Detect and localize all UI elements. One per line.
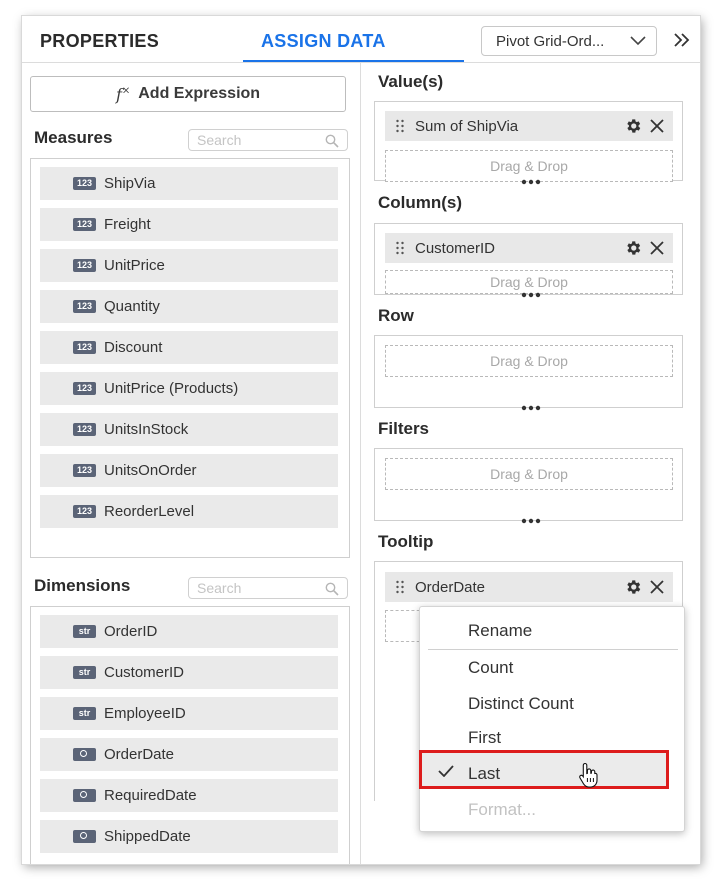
number-type-icon: 123 [73, 505, 96, 518]
list-item[interactable]: ShippedDate [40, 820, 338, 853]
function-icon: f× [115, 84, 131, 104]
widget-select-value: Pivot Grid-Ord... [496, 33, 605, 50]
menu-item-first[interactable]: First [468, 728, 501, 748]
list-item[interactable]: 123 UnitPrice (Products) [40, 372, 338, 405]
list-item[interactable]: str EmployeeID [40, 697, 338, 730]
close-icon[interactable] [650, 241, 664, 255]
widget-select-dropdown[interactable]: Pivot Grid-Ord... [481, 26, 657, 56]
hand-cursor-icon [579, 762, 598, 788]
measures-search-input[interactable]: Search [188, 129, 348, 151]
add-expression-button[interactable]: f× Add Expression [30, 76, 346, 112]
add-expression-label: Add Expression [138, 85, 261, 102]
more-dots-icon[interactable] [521, 405, 541, 411]
list-item[interactable]: 123 UnitsOnOrder [40, 454, 338, 487]
search-icon [325, 582, 339, 596]
search-icon [325, 134, 339, 148]
string-type-icon: str [73, 625, 96, 638]
columns-zone-title: Column(s) [378, 193, 463, 212]
clock-icon [73, 830, 96, 843]
list-item[interactable]: 123 Freight [40, 208, 338, 241]
number-type-icon: 123 [73, 300, 96, 313]
list-item[interactable]: 123 Discount [40, 331, 338, 364]
more-dots-icon[interactable] [521, 179, 541, 185]
number-type-icon: 123 [73, 218, 96, 231]
chevron-down-icon [630, 36, 646, 46]
aggregation-context-menu: Rename Count Distinct Count First Last F… [419, 606, 685, 832]
dimensions-list: str OrderID str CustomerID str EmployeeI… [30, 606, 350, 864]
more-dots-icon[interactable] [521, 292, 541, 298]
list-item[interactable]: str CustomerID [40, 656, 338, 689]
number-type-icon: 123 [73, 382, 96, 395]
more-dots-icon[interactable] [521, 518, 541, 524]
gear-icon[interactable] [624, 117, 642, 135]
number-type-icon: 123 [73, 423, 96, 436]
drag-handle-icon[interactable] [395, 119, 405, 133]
column-divider [360, 63, 361, 864]
list-item[interactable]: str OrderID [40, 615, 338, 648]
columns-drag-drop-target[interactable]: Drag & Drop [385, 270, 673, 294]
row-drop-zone[interactable]: Drag & Drop [374, 335, 683, 411]
number-type-icon: 123 [73, 177, 96, 190]
menu-item-format: Format... [468, 800, 537, 819]
number-type-icon: 123 [73, 341, 96, 354]
clock-icon [73, 789, 96, 802]
header-divider [22, 62, 700, 63]
values-zone-title: Value(s) [378, 72, 444, 91]
menu-item-rename[interactable]: Rename [468, 621, 532, 641]
double-chevron-right-icon[interactable] [672, 30, 692, 50]
selected-item-highlight [422, 753, 666, 786]
properties-panel: PROPERTIES ASSIGN DATA Pivot Grid-Ord...… [22, 16, 700, 864]
number-type-icon: 123 [73, 464, 96, 477]
tooltip-zone-title: Tooltip [378, 532, 434, 551]
menu-item-last[interactable]: Last [468, 764, 500, 784]
list-item[interactable]: RequiredDate [40, 779, 338, 812]
row-drag-drop-target[interactable]: Drag & Drop [385, 345, 673, 377]
filters-drop-zone[interactable]: Drag & Drop [374, 448, 683, 524]
drag-handle-icon[interactable] [395, 241, 405, 255]
string-type-icon: str [73, 707, 96, 720]
menu-item-distinct-count[interactable]: Distinct Count [468, 694, 574, 714]
list-item[interactable]: OrderDate [40, 738, 338, 771]
close-icon[interactable] [650, 119, 664, 133]
filters-zone-title: Filters [378, 419, 430, 438]
filters-drag-drop-target[interactable]: Drag & Drop [385, 458, 673, 490]
drag-handle-icon[interactable] [395, 580, 405, 594]
dimensions-search-input[interactable]: Search [188, 577, 348, 599]
measures-title: Measures [34, 128, 113, 147]
row-zone-title: Row [378, 306, 414, 325]
list-item[interactable]: 123 ShipVia [40, 167, 338, 200]
measures-list: 123 ShipVia 123 Freight 123 UnitPrice 12… [30, 158, 350, 558]
checkmark-icon [438, 765, 454, 777]
list-item[interactable]: 123 UnitsInStock [40, 413, 338, 446]
values-drag-drop-target[interactable]: Drag & Drop [385, 150, 673, 182]
gear-icon[interactable] [624, 239, 642, 257]
tab-assign-data[interactable]: ASSIGN DATA [261, 31, 386, 52]
value-field-pill[interactable]: Sum of ShipVia [385, 111, 673, 141]
column-field-pill[interactable]: CustomerID [385, 233, 673, 263]
columns-drop-zone[interactable]: CustomerID Drag & Drop [374, 223, 683, 298]
tab-properties[interactable]: PROPERTIES [40, 31, 159, 52]
menu-separator [428, 649, 678, 650]
list-item[interactable]: 123 Quantity [40, 290, 338, 323]
gear-icon[interactable] [624, 578, 642, 596]
tooltip-field-pill[interactable]: OrderDate [385, 572, 673, 602]
values-drop-zone[interactable]: Sum of ShipVia Drag & Drop [374, 101, 683, 185]
number-type-icon: 123 [73, 259, 96, 272]
menu-item-count[interactable]: Count [468, 658, 513, 678]
dimensions-title: Dimensions [34, 576, 131, 595]
list-item[interactable]: 123 UnitPrice [40, 249, 338, 282]
string-type-icon: str [73, 666, 96, 679]
close-icon[interactable] [650, 580, 664, 594]
list-item[interactable]: 123 ReorderLevel [40, 495, 338, 528]
clock-icon [73, 748, 96, 761]
